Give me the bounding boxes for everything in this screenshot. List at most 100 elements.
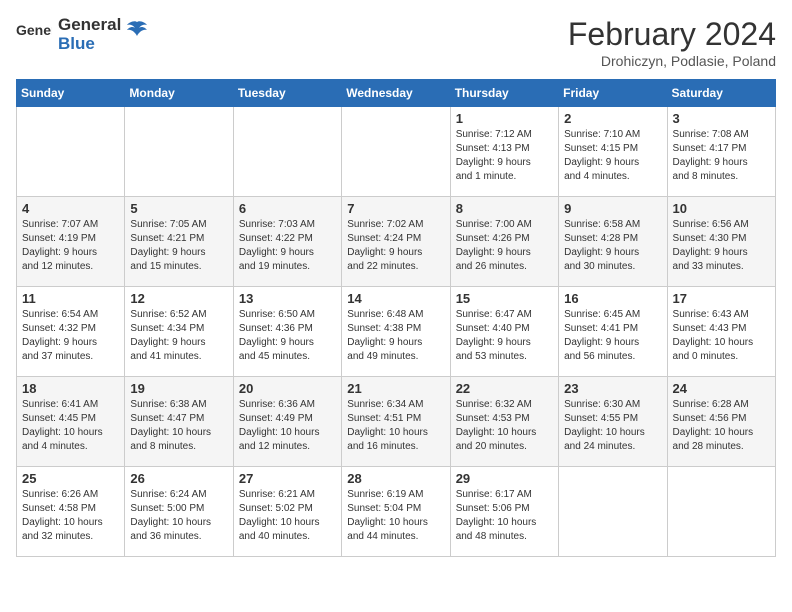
day-info: Sunrise: 6:54 AM Sunset: 4:32 PM Dayligh… [22, 308, 119, 364]
day-number: 20 [239, 381, 336, 396]
day-number: 5 [130, 201, 227, 216]
calendar-cell: 15 Sunrise: 6:47 AM Sunset: 4:40 PM Dayli… [450, 287, 558, 377]
day-number: 23 [564, 381, 661, 396]
day-info: Sunrise: 6:56 AM Sunset: 4:30 PM Dayligh… [673, 218, 770, 274]
day-number: 15 [456, 291, 553, 306]
calendar-cell: 10Sunrise: 6:56 AM Sunset: 4:30 PM Dayli… [667, 197, 775, 287]
calendar-cell: 25 Sunrise: 6:26 AM Sunset: 4:58 PM Dayli… [17, 467, 125, 557]
calendar-cell [17, 107, 125, 197]
week-row-4: 25 Sunrise: 6:26 AM Sunset: 4:58 PM Dayli… [17, 467, 776, 557]
day-info: Sunrise: 6:36 AM Sunset: 4:49 PM Dayligh… [239, 398, 336, 454]
calendar-cell: 28 Sunrise: 6:19 AM Sunset: 5:04 PM Dayli… [342, 467, 450, 557]
day-number: 4 [22, 201, 119, 216]
day-info: Sunrise: 6:28 AM Sunset: 4:56 PM Dayligh… [673, 398, 770, 454]
calendar-cell: 8 Sunrise: 7:00 AM Sunset: 4:26 PM Daylig… [450, 197, 558, 287]
calendar-cell [342, 107, 450, 197]
day-info: Sunrise: 7:10 AM Sunset: 4:15 PM Dayligh… [564, 128, 661, 184]
title-area: February 2024 Drohiczyn, Podlasie, Polan… [568, 16, 776, 69]
day-info: Sunrise: 7:05 AM Sunset: 4:21 PM Dayligh… [130, 218, 227, 274]
day-info: Sunrise: 7:07 AM Sunset: 4:19 PM Dayligh… [22, 218, 119, 274]
calendar-cell: 9 Sunrise: 6:58 AM Sunset: 4:28 PM Daylig… [559, 197, 667, 287]
calendar-header: SundayMondayTuesdayWednesdayThursdayFrid… [17, 80, 776, 107]
calendar-cell: 11 Sunrise: 6:54 AM Sunset: 4:32 PM Dayli… [17, 287, 125, 377]
day-number: 7 [347, 201, 444, 216]
day-number: 18 [22, 381, 119, 396]
day-number: 8 [456, 201, 553, 216]
day-number: 16 [564, 291, 661, 306]
day-info: Sunrise: 6:48 AM Sunset: 4:38 PM Dayligh… [347, 308, 444, 364]
calendar-cell: 2 Sunrise: 7:10 AM Sunset: 4:15 PM Daylig… [559, 107, 667, 197]
calendar-cell [125, 107, 233, 197]
day-number: 14 [347, 291, 444, 306]
logo-blue: Blue [58, 34, 95, 53]
day-info: Sunrise: 6:24 AM Sunset: 5:00 PM Dayligh… [130, 488, 227, 544]
day-number: 13 [239, 291, 336, 306]
day-info: Sunrise: 6:45 AM Sunset: 4:41 PM Dayligh… [564, 308, 661, 364]
calendar-cell: 17Sunrise: 6:43 AM Sunset: 4:43 PM Dayli… [667, 287, 775, 377]
day-info: Sunrise: 6:58 AM Sunset: 4:28 PM Dayligh… [564, 218, 661, 274]
logo-bird-icon [125, 20, 149, 40]
day-number: 28 [347, 471, 444, 486]
calendar-cell: 26Sunrise: 6:24 AM Sunset: 5:00 PM Dayli… [125, 467, 233, 557]
day-info: Sunrise: 6:34 AM Sunset: 4:51 PM Dayligh… [347, 398, 444, 454]
day-info: Sunrise: 6:47 AM Sunset: 4:40 PM Dayligh… [456, 308, 553, 364]
calendar-cell: 7 Sunrise: 7:02 AM Sunset: 4:24 PM Daylig… [342, 197, 450, 287]
day-number: 19 [130, 381, 227, 396]
day-number: 11 [22, 291, 119, 306]
week-row-1: 4 Sunrise: 7:07 AM Sunset: 4:19 PM Daylig… [17, 197, 776, 287]
calendar-cell [233, 107, 341, 197]
day-info: Sunrise: 7:02 AM Sunset: 4:24 PM Dayligh… [347, 218, 444, 274]
day-number: 6 [239, 201, 336, 216]
day-info: Sunrise: 6:38 AM Sunset: 4:47 PM Dayligh… [130, 398, 227, 454]
day-number: 29 [456, 471, 553, 486]
header-row: SundayMondayTuesdayWednesdayThursdayFrid… [17, 80, 776, 107]
calendar-cell [667, 467, 775, 557]
day-info: Sunrise: 7:08 AM Sunset: 4:17 PM Dayligh… [673, 128, 770, 184]
header-sunday: Sunday [17, 80, 125, 107]
week-row-3: 18 Sunrise: 6:41 AM Sunset: 4:45 PM Dayli… [17, 377, 776, 467]
week-row-2: 11 Sunrise: 6:54 AM Sunset: 4:32 PM Dayli… [17, 287, 776, 377]
calendar-cell: 6 Sunrise: 7:03 AM Sunset: 4:22 PM Daylig… [233, 197, 341, 287]
day-info: Sunrise: 6:52 AM Sunset: 4:34 PM Dayligh… [130, 308, 227, 364]
header-saturday: Saturday [667, 80, 775, 107]
day-number: 2 [564, 111, 661, 126]
calendar-cell: 27 Sunrise: 6:21 AM Sunset: 5:02 PM Dayli… [233, 467, 341, 557]
header-thursday: Thursday [450, 80, 558, 107]
calendar-cell: 3 Sunrise: 7:08 AM Sunset: 4:17 PM Daylig… [667, 107, 775, 197]
page-header: General General Blue February 2024 Drohi… [16, 16, 776, 69]
day-info: Sunrise: 6:26 AM Sunset: 4:58 PM Dayligh… [22, 488, 119, 544]
day-number: 17 [673, 291, 770, 306]
calendar-cell: 14 Sunrise: 6:48 AM Sunset: 4:38 PM Dayli… [342, 287, 450, 377]
calendar-cell: 19 Sunrise: 6:38 AM Sunset: 4:47 PM Dayli… [125, 377, 233, 467]
day-number: 24 [673, 381, 770, 396]
calendar-cell: 18 Sunrise: 6:41 AM Sunset: 4:45 PM Dayli… [17, 377, 125, 467]
header-friday: Friday [559, 80, 667, 107]
svg-text:General: General [16, 22, 52, 38]
header-wednesday: Wednesday [342, 80, 450, 107]
calendar-cell: 12 Sunrise: 6:52 AM Sunset: 4:34 PM Dayli… [125, 287, 233, 377]
day-info: Sunrise: 7:03 AM Sunset: 4:22 PM Dayligh… [239, 218, 336, 274]
day-number: 3 [673, 111, 770, 126]
day-info: Sunrise: 6:17 AM Sunset: 5:06 PM Dayligh… [456, 488, 553, 544]
header-tuesday: Tuesday [233, 80, 341, 107]
day-info: Sunrise: 6:21 AM Sunset: 5:02 PM Dayligh… [239, 488, 336, 544]
calendar-table: SundayMondayTuesdayWednesdayThursdayFrid… [16, 79, 776, 557]
day-number: 25 [22, 471, 119, 486]
day-info: Sunrise: 7:00 AM Sunset: 4:26 PM Dayligh… [456, 218, 553, 274]
calendar-cell: 4 Sunrise: 7:07 AM Sunset: 4:19 PM Daylig… [17, 197, 125, 287]
day-number: 9 [564, 201, 661, 216]
day-number: 12 [130, 291, 227, 306]
day-number: 1 [456, 111, 553, 126]
calendar-cell: 29 Sunrise: 6:17 AM Sunset: 5:06 PM Dayli… [450, 467, 558, 557]
month-title: February 2024 [568, 16, 776, 53]
calendar-cell: 22Sunrise: 6:32 AM Sunset: 4:53 PM Dayli… [450, 377, 558, 467]
location-subtitle: Drohiczyn, Podlasie, Poland [568, 53, 776, 69]
logo: General General Blue [16, 16, 149, 53]
logo-general: General [58, 15, 121, 34]
day-info: Sunrise: 6:41 AM Sunset: 4:45 PM Dayligh… [22, 398, 119, 454]
calendar-body: 1Sunrise: 7:12 AM Sunset: 4:13 PM Daylig… [17, 107, 776, 557]
day-info: Sunrise: 6:19 AM Sunset: 5:04 PM Dayligh… [347, 488, 444, 544]
week-row-0: 1Sunrise: 7:12 AM Sunset: 4:13 PM Daylig… [17, 107, 776, 197]
day-number: 27 [239, 471, 336, 486]
calendar-cell: 20 Sunrise: 6:36 AM Sunset: 4:49 PM Dayli… [233, 377, 341, 467]
